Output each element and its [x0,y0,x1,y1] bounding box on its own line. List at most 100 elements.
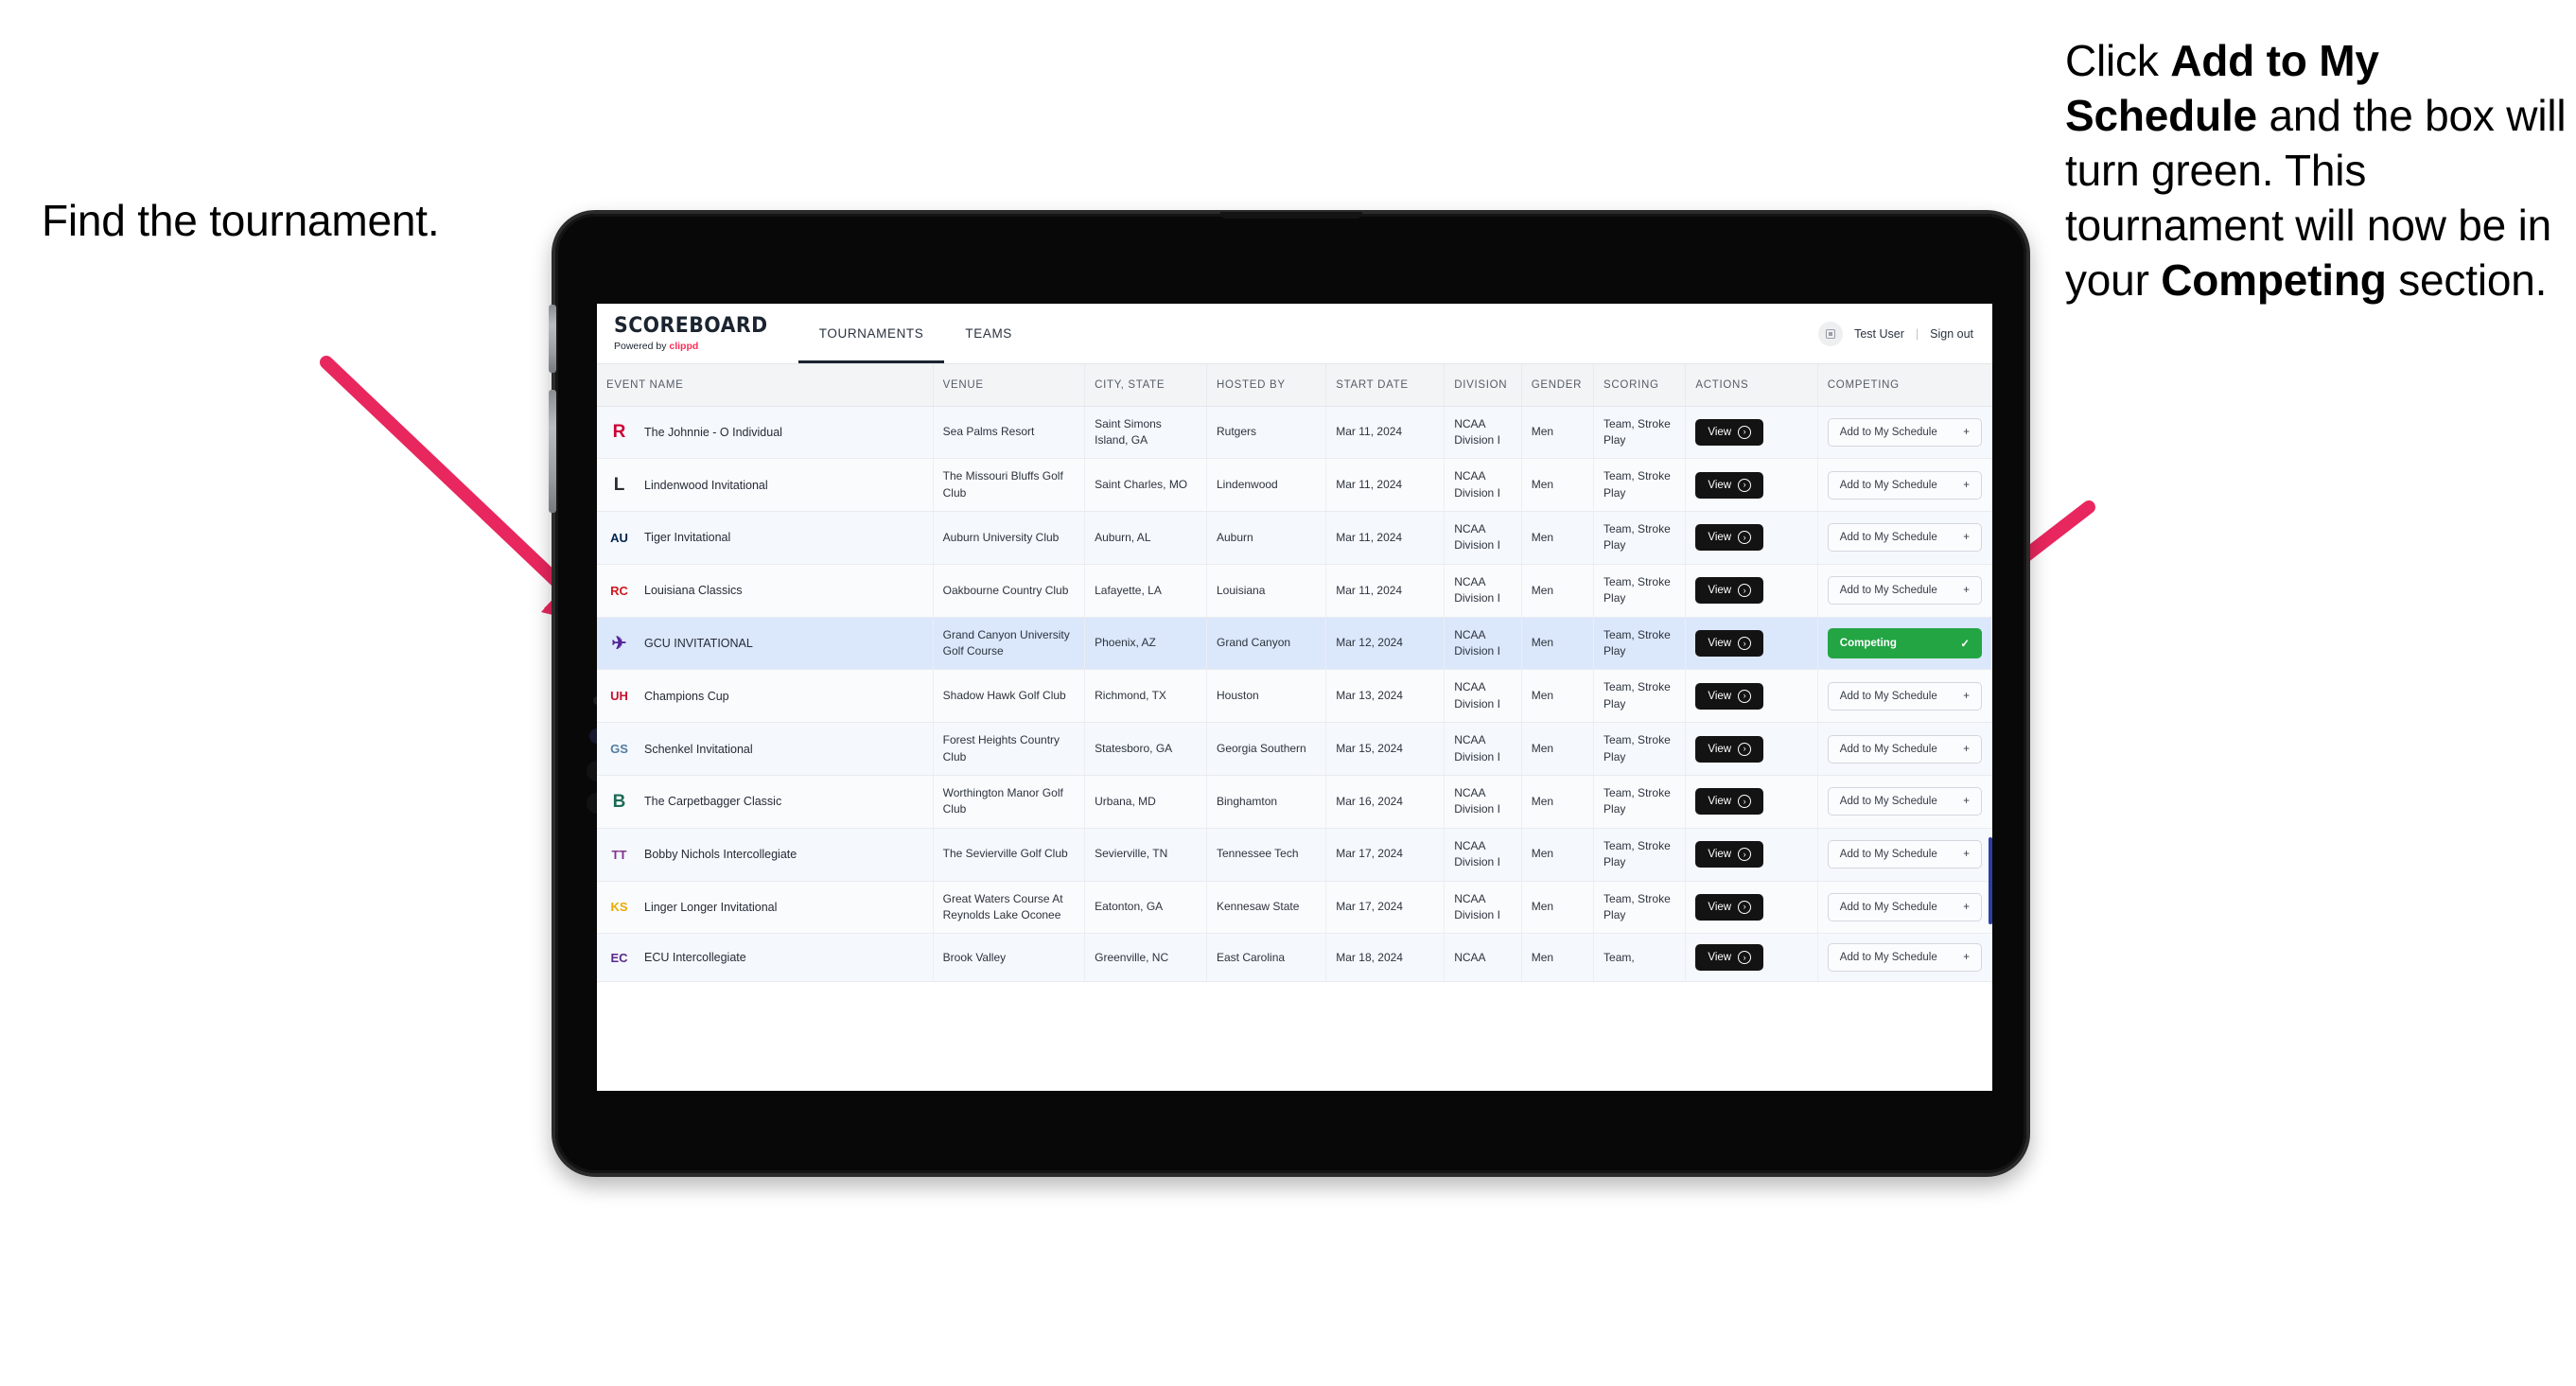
cell-gender: Men [1521,669,1595,724]
cell-hosted-by: Tennessee Tech [1206,828,1327,882]
event-name-label: GCU INVITATIONAL [644,636,753,650]
team-logo-icon: L [613,475,625,496]
cell-city-state: Saint Simons Island, GA [1084,406,1207,460]
cell-event-name: KS Linger Longer Invitational [597,881,934,935]
view-button[interactable]: View › [1695,893,1764,921]
table-row[interactable]: UH Champions Cup Shadow Hawk Golf Club Rich… [597,669,1992,724]
team-logo-icon: R [612,422,626,443]
view-button[interactable]: View › [1695,577,1764,605]
add-to-my-schedule-button[interactable]: Add to My Schedule + [1827,892,1982,921]
cell-competing: Add to My Schedule + [1817,669,1992,724]
app-screen: SCOREBOARD Powered by clippd TOURNAMENTS… [597,304,1992,1091]
tablet-volume-down-button[interactable] [549,390,556,513]
table-row[interactable]: B The Carpetbagger Classic Worthington Man… [597,775,1992,829]
view-button-label: View [1708,585,1732,597]
clippd-brand-text: clippd [669,340,699,352]
cell-start-date: Mar 12, 2024 [1325,617,1446,671]
cell-venue: Oakbourne Country Club [933,564,1086,618]
table-row[interactable]: RC Louisiana Classics Oakbourne Country Cl… [597,564,1992,618]
team-logo-icon: UH [610,689,628,704]
view-button[interactable]: View › [1695,418,1764,446]
cell-division: NCAA Division I [1444,458,1522,513]
view-button[interactable]: View › [1695,471,1764,499]
cell-gender: Men [1521,881,1595,935]
team-logo-icon: TT [611,847,627,862]
table-row[interactable]: EC ECU Intercollegiate Brook Valley Greenvi… [597,933,1992,983]
table-row[interactable]: ✈ GCU INVITATIONAL Grand Canyon University… [597,617,1992,671]
competing-button[interactable]: Competing ✓ [1827,628,1982,659]
cell-scoring: Team, Stroke Play [1593,881,1687,935]
add-to-my-schedule-button[interactable]: Add to My Schedule + [1827,470,1982,500]
add-to-my-schedule-button[interactable]: Add to My Schedule + [1827,787,1982,816]
view-button[interactable]: View › [1695,682,1764,710]
cell-competing: Competing ✓ [1817,617,1992,671]
brand-logo[interactable]: SCOREBOARD Powered by clippd [597,304,798,363]
tablet-speaker-grille [1219,212,1362,219]
tablet-volume-up-button[interactable] [549,305,556,373]
column-header-gender[interactable]: GENDER [1521,364,1595,407]
cell-scoring: Team, Stroke Play [1593,458,1687,513]
table-row[interactable]: TT Bobby Nichols Intercollegiate The Sevie… [597,828,1992,882]
table-row[interactable]: R The Johnnie - O Individual Sea Palms Res… [597,406,1992,460]
add-to-my-schedule-button[interactable]: Add to My Schedule + [1827,523,1982,553]
cell-event-name: EC ECU Intercollegiate [597,933,934,983]
cell-actions: View › [1685,669,1818,724]
arrow-right-circle-icon: › [1738,637,1752,651]
table-row[interactable]: L Lindenwood Invitational The Missouri Blu… [597,458,1992,513]
add-to-my-schedule-label: Add to My Schedule [1839,690,1937,702]
add-to-my-schedule-label: Add to My Schedule [1839,849,1937,861]
add-to-my-schedule-button[interactable]: Add to My Schedule + [1827,943,1982,973]
cell-division: NCAA Division I [1444,617,1522,671]
team-logo-icon: RC [610,583,628,598]
plus-icon: + [1963,743,1970,755]
cell-start-date: Mar 11, 2024 [1325,406,1446,460]
cell-gender: Men [1521,828,1595,882]
plus-icon: + [1963,479,1970,491]
view-button[interactable]: View › [1695,735,1764,763]
tournaments-table-container[interactable]: EVENT NAME VENUE CITY, STATE HOSTED BY START… [597,364,1992,1091]
column-header-scoring[interactable]: SCORING [1593,364,1687,407]
tab-teams[interactable]: TEAMS [944,304,1033,363]
cell-competing: Add to My Schedule + [1817,458,1992,513]
cell-division: NCAA Division I [1444,406,1522,460]
vertical-scrollbar-thumb[interactable] [1989,837,1992,924]
view-button[interactable]: View › [1695,841,1764,868]
column-header-start-date[interactable]: START DATE [1325,364,1446,407]
cell-actions: View › [1685,881,1818,935]
plus-icon: + [1963,796,1970,808]
cell-event-name: RC Louisiana Classics [597,564,934,618]
cell-gender: Men [1521,511,1595,565]
powered-by-text: Powered by [614,340,670,352]
tab-tournaments[interactable]: TOURNAMENTS [797,304,945,363]
event-name-label: Louisiana Classics [644,584,743,598]
add-to-my-schedule-button[interactable]: Add to My Schedule + [1827,417,1982,447]
column-header-event-name[interactable]: EVENT NAME [597,364,934,407]
column-header-actions[interactable]: ACTIONS [1685,364,1818,407]
view-button-label: View [1708,479,1732,491]
column-header-hosted-by[interactable]: HOSTED BY [1206,364,1327,407]
table-row[interactable]: GS Schenkel Invitational Forest Heights Co… [597,722,1992,776]
add-to-my-schedule-button[interactable]: Add to My Schedule + [1827,734,1982,763]
add-to-my-schedule-button[interactable]: Add to My Schedule + [1827,840,1982,869]
cell-start-date: Mar 16, 2024 [1325,775,1446,829]
add-to-my-schedule-button[interactable]: Add to My Schedule + [1827,681,1982,711]
column-header-venue[interactable]: VENUE [933,364,1086,407]
user-avatar-icon[interactable] [1818,321,1844,346]
add-to-my-schedule-button[interactable]: Add to My Schedule + [1827,576,1982,605]
cell-gender: Men [1521,564,1595,618]
table-row[interactable]: KS Linger Longer Invitational Great Waters… [597,881,1992,935]
view-button[interactable]: View › [1695,630,1764,658]
team-logo-icon: GS [610,742,628,757]
view-button[interactable]: View › [1695,944,1764,972]
column-header-division[interactable]: DIVISION [1444,364,1522,407]
user-name[interactable]: Test User [1854,327,1904,341]
view-button[interactable]: View › [1695,788,1764,816]
cell-scoring: Team, Stroke Play [1593,511,1687,565]
column-header-competing[interactable]: COMPETING [1817,364,1992,407]
team-logo-icon: KS [610,900,628,915]
table-row[interactable]: AU Tiger Invitational Auburn University Cl… [597,511,1992,565]
sign-out-link[interactable]: Sign out [1930,327,1973,341]
column-header-city-state[interactable]: CITY, STATE [1084,364,1207,407]
view-button[interactable]: View › [1695,524,1764,552]
add-to-my-schedule-label: Add to My Schedule [1839,479,1937,491]
